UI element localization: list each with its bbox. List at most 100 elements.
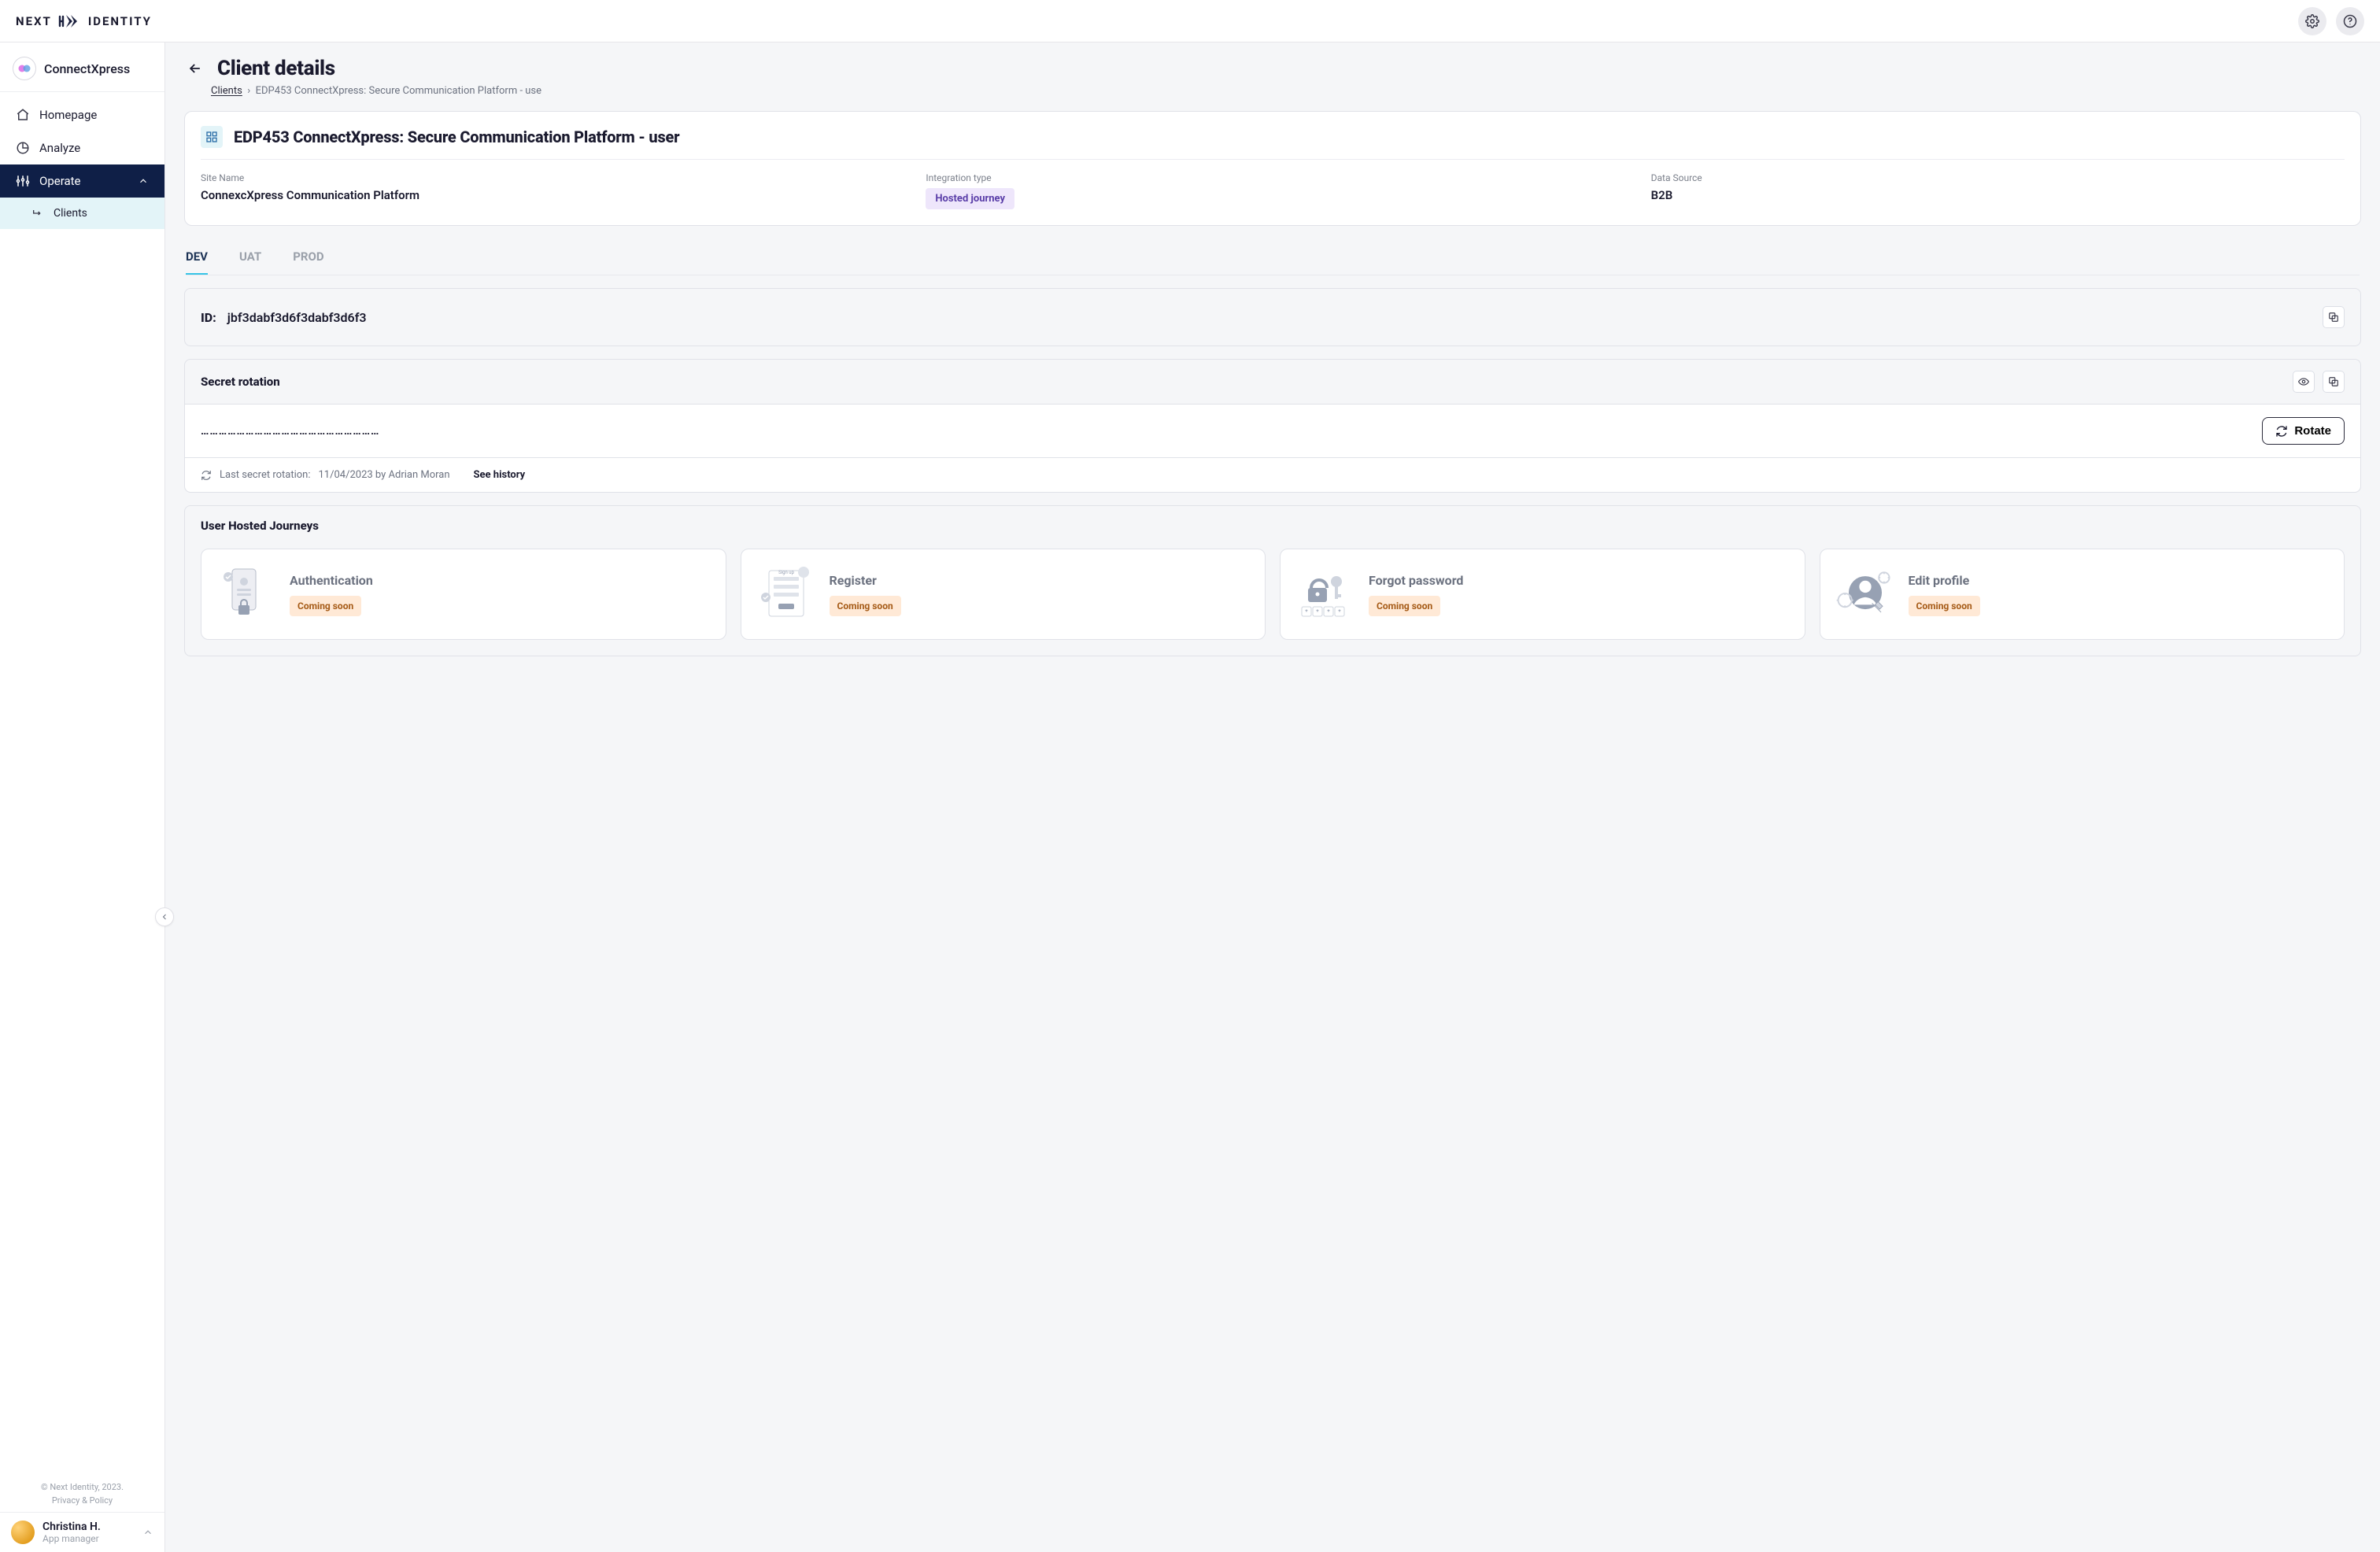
sidebar: ConnectXpress Homepage Analyze (0, 42, 165, 1552)
sliders-icon (16, 174, 30, 188)
coming-soon-badge: Coming soon (1909, 596, 1980, 616)
spec-data-label: Data Source (1651, 172, 2345, 183)
svg-text:*: * (1327, 608, 1330, 615)
copy-icon (2328, 376, 2339, 387)
client-summary-card: EDP453 ConnectXpress: Secure Communicati… (184, 111, 2361, 226)
rotate-icon (2275, 425, 2288, 438)
journey-card-authentication[interactable]: Authentication Coming soon (201, 549, 726, 640)
svg-text:*: * (1316, 608, 1319, 615)
coming-soon-badge: Coming soon (1369, 596, 1440, 616)
footer-copyright: © Next Identity, 2023. (0, 1480, 164, 1494)
main: Client details Clients › EDP453 ConnectX… (165, 42, 2380, 1552)
copy-id-button[interactable] (2323, 306, 2345, 328)
spec-data-value: B2B (1651, 188, 2345, 202)
rotate-secret-button[interactable]: Rotate (2262, 417, 2345, 445)
see-history-link[interactable]: See history (474, 469, 526, 481)
copy-icon (2328, 312, 2339, 323)
org-avatar-icon (13, 57, 36, 80)
last-rotation-label: Last secret rotation: (220, 469, 311, 481)
coming-soon-badge: Coming soon (830, 596, 901, 616)
sidebar-item-label: Operate (39, 174, 81, 188)
authentication-illustration-icon (213, 560, 280, 628)
org-switcher[interactable]: ConnectXpress (0, 42, 164, 92)
home-icon (16, 108, 30, 122)
journey-card-register[interactable]: Sign up Register Coming soon (741, 549, 1266, 640)
id-panel: ID: jbf3dabf3d6f3dabf3d6f3 (184, 288, 2361, 346)
journeys-panel: User Hosted Journeys (184, 505, 2361, 656)
brand-logo[interactable]: NEXT IDENTITY (16, 13, 152, 29)
eye-icon (2298, 376, 2309, 387)
breadcrumb-sep: › (247, 85, 250, 97)
sidebar-item-homepage[interactable]: Homepage (0, 98, 164, 131)
breadcrumb-current: EDP453 ConnectXpress: Secure Communicati… (256, 85, 541, 97)
chevron-left-icon (160, 912, 169, 922)
sidebar-item-operate[interactable]: Operate (0, 164, 164, 198)
spec-site-value: ConnexcXpress Communication Platform (201, 188, 894, 202)
sidebar-item-analyze[interactable]: Analyze (0, 131, 164, 164)
journey-title: Authentication (290, 573, 373, 588)
id-value: jbf3dabf3d6f3dabf3d6f3 (227, 310, 367, 325)
secret-masked: …………………………………………………… (201, 425, 379, 438)
svg-text:Sign up: Sign up (778, 570, 795, 575)
brand-prefix: NEXT (16, 14, 52, 28)
journey-card-forgot-password[interactable]: * * * * Forgot password Coming soon (1280, 549, 1805, 640)
user-name: Christina H. (42, 1521, 101, 1533)
footer-privacy-link[interactable]: Privacy & Policy (0, 1494, 164, 1507)
journeys-title: User Hosted Journeys (201, 519, 319, 533)
client-title: EDP453 ConnectXpress: Secure Communicati… (234, 127, 679, 146)
forgot-password-illustration-icon: * * * * (1292, 560, 1359, 628)
sidebar-footer: © Next Identity, 2023. Privacy & Policy (0, 1473, 164, 1512)
settings-button[interactable] (2298, 7, 2326, 35)
sidebar-item-label: Clients (54, 207, 87, 220)
org-name: ConnectXpress (44, 61, 130, 76)
piechart-icon (16, 141, 30, 155)
tab-uat[interactable]: UAT (239, 242, 261, 275)
user-role: App manager (42, 1533, 101, 1544)
secret-title: Secret rotation (201, 375, 280, 389)
page-title: Client details (217, 57, 335, 80)
gear-icon (2305, 14, 2319, 28)
last-rotation-value: 11/04/2023 by Adrian Moran (319, 469, 450, 481)
reveal-secret-button[interactable] (2293, 371, 2315, 393)
coming-soon-badge: Coming soon (290, 596, 361, 616)
sidebar-nav: Homepage Analyze Operate (0, 92, 164, 229)
edit-profile-illustration-icon (1831, 560, 1899, 628)
spec-site-label: Site Name (201, 172, 894, 183)
rotate-history-icon (201, 470, 212, 481)
id-label: ID: (201, 310, 216, 325)
secret-rotation-panel: Secret rotation ………………………………………………… (184, 359, 2361, 493)
help-button[interactable] (2336, 7, 2364, 35)
app-grid-icon (201, 126, 223, 148)
sidebar-item-label: Homepage (39, 108, 97, 122)
brand-mark-icon (58, 13, 82, 29)
user-menu[interactable]: Christina H. App manager (0, 1512, 164, 1552)
journey-title: Register (830, 573, 901, 588)
sidebar-item-label: Analyze (39, 141, 80, 155)
chevron-up-icon (138, 176, 149, 187)
sidebar-item-clients[interactable]: Clients (0, 198, 164, 229)
svg-text:*: * (1338, 608, 1341, 615)
chevron-up-icon (142, 1527, 153, 1538)
help-icon (2343, 14, 2357, 28)
arrow-left-icon (187, 61, 203, 76)
brand-suffix: IDENTITY (88, 14, 152, 28)
breadcrumb: Clients › EDP453 ConnectXpress: Secure C… (211, 85, 2361, 97)
env-tabs: DEV UAT PROD (186, 242, 2360, 275)
topbar: NEXT IDENTITY (0, 0, 2380, 42)
breadcrumb-root-link[interactable]: Clients (211, 85, 242, 97)
register-illustration-icon: Sign up (752, 560, 820, 628)
journey-title: Forgot password (1369, 573, 1463, 588)
user-avatar (11, 1521, 35, 1544)
hosted-journey-badge: Hosted journey (926, 188, 1014, 209)
svg-text:*: * (1305, 608, 1308, 615)
sidebar-collapse-button[interactable] (155, 907, 174, 926)
journey-card-edit-profile[interactable]: Edit profile Coming soon (1820, 549, 2345, 640)
back-button[interactable] (184, 57, 206, 79)
spec-integration-label: Integration type (926, 172, 1619, 183)
rotate-label: Rotate (2294, 424, 2331, 438)
tab-prod[interactable]: PROD (293, 242, 323, 275)
subitem-arrow-icon (31, 207, 44, 220)
tab-dev[interactable]: DEV (186, 242, 208, 275)
copy-secret-button[interactable] (2323, 371, 2345, 393)
journey-title: Edit profile (1909, 573, 1980, 588)
